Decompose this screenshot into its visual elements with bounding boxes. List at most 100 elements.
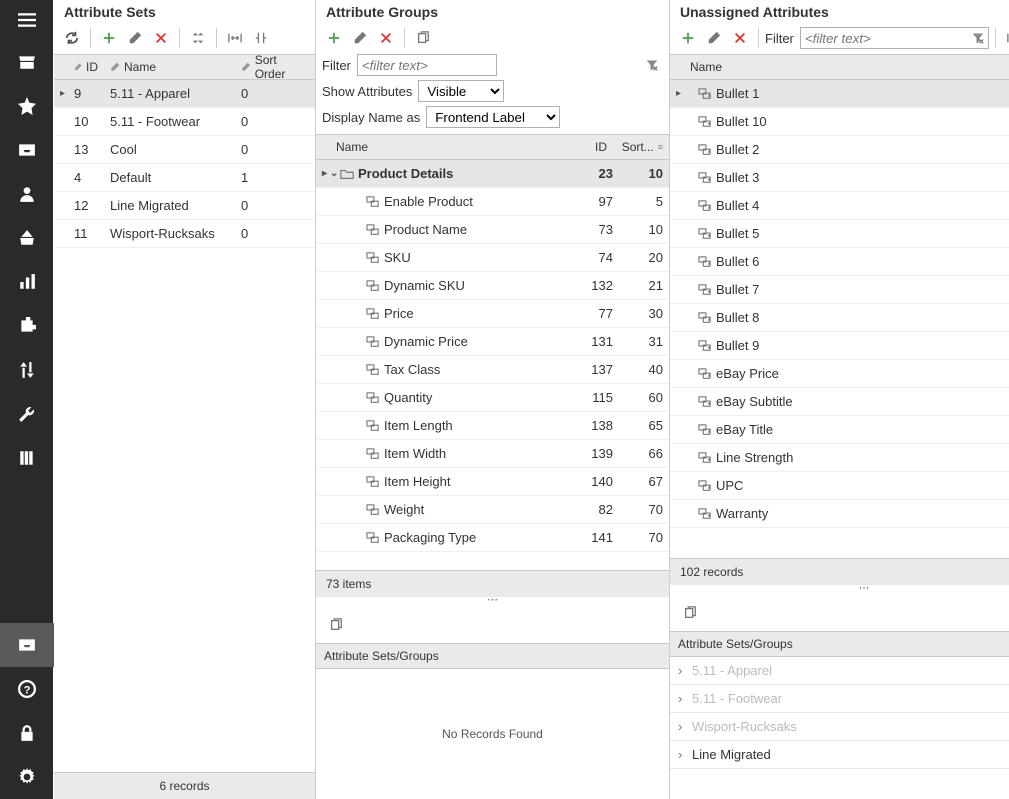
filter-clear-icon[interactable]	[970, 30, 986, 46]
copy-button[interactable]	[411, 26, 435, 50]
table-row[interactable]: Bullet 2 197	[670, 136, 1009, 164]
resize-handle[interactable]: ⋯	[670, 585, 1009, 595]
lower-row[interactable]: › 5.11 - Apparel	[670, 657, 1009, 685]
nav-chart[interactable]	[0, 260, 54, 304]
filter-clear-icon[interactable]	[644, 57, 660, 73]
wrench-icon	[18, 405, 36, 423]
show-attrs-select[interactable]: Visible	[418, 80, 504, 102]
delete-button[interactable]	[728, 26, 752, 50]
resize-handle[interactable]: ⋯	[316, 597, 669, 607]
header-sort[interactable]: Sort Order	[255, 53, 309, 81]
header-name[interactable]: Name	[336, 140, 368, 154]
filter-input[interactable]	[357, 54, 497, 76]
header-name[interactable]: Name	[690, 60, 722, 74]
lower-row-label: Line Migrated	[692, 747, 771, 762]
table-row[interactable]: SKU 74 20	[316, 244, 669, 272]
nav-help[interactable]: ?	[0, 667, 54, 711]
chart-icon	[18, 273, 36, 291]
table-row[interactable]: eBay Subtitle 165	[670, 388, 1009, 416]
table-row[interactable]: Quantity 115 60	[316, 384, 669, 412]
header-id[interactable]: ID	[595, 140, 607, 154]
table-row[interactable]: 11 Wisport-Rucksaks 0	[54, 220, 315, 248]
table-body: ▸ ⌄ Product Details 23 10 Enable Product…	[316, 160, 669, 570]
refresh-button[interactable]	[60, 26, 84, 50]
attribute-star-icon	[698, 368, 712, 380]
attribute-icon	[366, 280, 380, 292]
table-row[interactable]: Bullet 9 198	[670, 332, 1009, 360]
table-row[interactable]: Price 77 30	[316, 300, 669, 328]
attribute-icon	[366, 448, 380, 460]
table-row[interactable]: Warranty 190	[670, 500, 1009, 528]
table-row[interactable]: Item Length 138 65	[316, 412, 669, 440]
nav-store[interactable]	[0, 40, 54, 84]
header-name[interactable]: Name	[124, 60, 156, 74]
table-row[interactable]: Bullet 8 238	[670, 304, 1009, 332]
add-button[interactable]	[676, 26, 700, 50]
nav-star[interactable]	[0, 84, 54, 128]
table-row[interactable]: eBay Price 241	[670, 360, 1009, 388]
fit-button[interactable]	[1002, 26, 1009, 50]
table-row[interactable]: 13 Cool 0	[54, 136, 315, 164]
lower-row[interactable]: › Line Migrated	[670, 741, 1009, 769]
copy-button[interactable]	[678, 601, 702, 625]
table-row[interactable]: Item Height 140 67	[316, 468, 669, 496]
edit-button[interactable]	[348, 26, 372, 50]
table-row[interactable]: Dynamic Price 131 31	[316, 328, 669, 356]
nav-menu-button[interactable]	[0, 0, 54, 40]
tree-toggle[interactable]: ⌄	[330, 168, 340, 179]
col-button[interactable]	[249, 26, 273, 50]
nav-wrench[interactable]	[0, 392, 54, 436]
lower-row[interactable]: › Wisport-Rucksaks	[670, 713, 1009, 741]
table-row[interactable]: Weight 82 70	[316, 496, 669, 524]
filter-input[interactable]	[800, 27, 989, 49]
store-icon	[18, 53, 36, 71]
table-row[interactable]: Bullet 7 239	[670, 276, 1009, 304]
table-row[interactable]: Packaging Type 141 70	[316, 524, 669, 552]
show-attrs-label: Show Attributes	[322, 84, 412, 99]
table-row[interactable]: Bullet 3 205	[670, 164, 1009, 192]
table-row[interactable]: eBay Title 224	[670, 416, 1009, 444]
table-row[interactable]: Dynamic SKU 132 21	[316, 272, 669, 300]
nav-plugin[interactable]	[0, 304, 54, 348]
table-row[interactable]: ▸ 9 5.11 - Apparel 0	[54, 80, 315, 108]
header-id[interactable]: ID	[86, 60, 98, 74]
delete-button[interactable]	[374, 26, 398, 50]
nav-archive[interactable]	[0, 623, 54, 667]
hamburger-icon	[18, 11, 36, 29]
table-row[interactable]: Enable Product 97 5	[316, 188, 669, 216]
table-row[interactable]: Bullet 6 189	[670, 248, 1009, 276]
fit-button[interactable]	[223, 26, 247, 50]
table-row[interactable]: Bullet 10 179	[670, 108, 1009, 136]
table-row[interactable]: Bullet 5 201	[670, 220, 1009, 248]
folder-icon	[340, 168, 354, 180]
delete-button[interactable]	[149, 26, 173, 50]
table-row[interactable]: Item Width 139 66	[316, 440, 669, 468]
copy-button[interactable]	[324, 613, 348, 637]
group-row[interactable]: ▸ ⌄ Product Details 23 10	[316, 160, 669, 188]
nav-gear[interactable]	[0, 755, 54, 799]
table-row[interactable]: 12 Line Migrated 0	[54, 192, 315, 220]
edit-button[interactable]	[123, 26, 147, 50]
table-row[interactable]: Bullet 4 210	[670, 192, 1009, 220]
header-sort[interactable]: Sort...	[622, 140, 654, 154]
nav-inbox[interactable]	[0, 128, 54, 172]
lower-row[interactable]: › 5.11 - Footwear	[670, 685, 1009, 713]
table-row[interactable]: ▸ Bullet 1 178	[670, 80, 1009, 108]
sort-button[interactable]	[186, 26, 210, 50]
nav-updown[interactable]	[0, 348, 54, 392]
edit-button[interactable]	[702, 26, 726, 50]
table-row[interactable]: Line Strength 161	[670, 444, 1009, 472]
panel-title: Attribute Groups	[316, 0, 669, 22]
nav-basket[interactable]	[0, 216, 54, 260]
nav-lock[interactable]	[0, 711, 54, 755]
table-row[interactable]: Tax Class 137 40	[316, 356, 669, 384]
table-row[interactable]: UPC 246	[670, 472, 1009, 500]
display-name-select[interactable]: Frontend Label	[426, 106, 560, 128]
table-row[interactable]: Product Name 73 10	[316, 216, 669, 244]
nav-books[interactable]	[0, 436, 54, 480]
table-row[interactable]: 4 Default 1	[54, 164, 315, 192]
table-row[interactable]: 10 5.11 - Footwear 0	[54, 108, 315, 136]
add-button[interactable]	[97, 26, 121, 50]
add-button[interactable]	[322, 26, 346, 50]
nav-user[interactable]	[0, 172, 54, 216]
